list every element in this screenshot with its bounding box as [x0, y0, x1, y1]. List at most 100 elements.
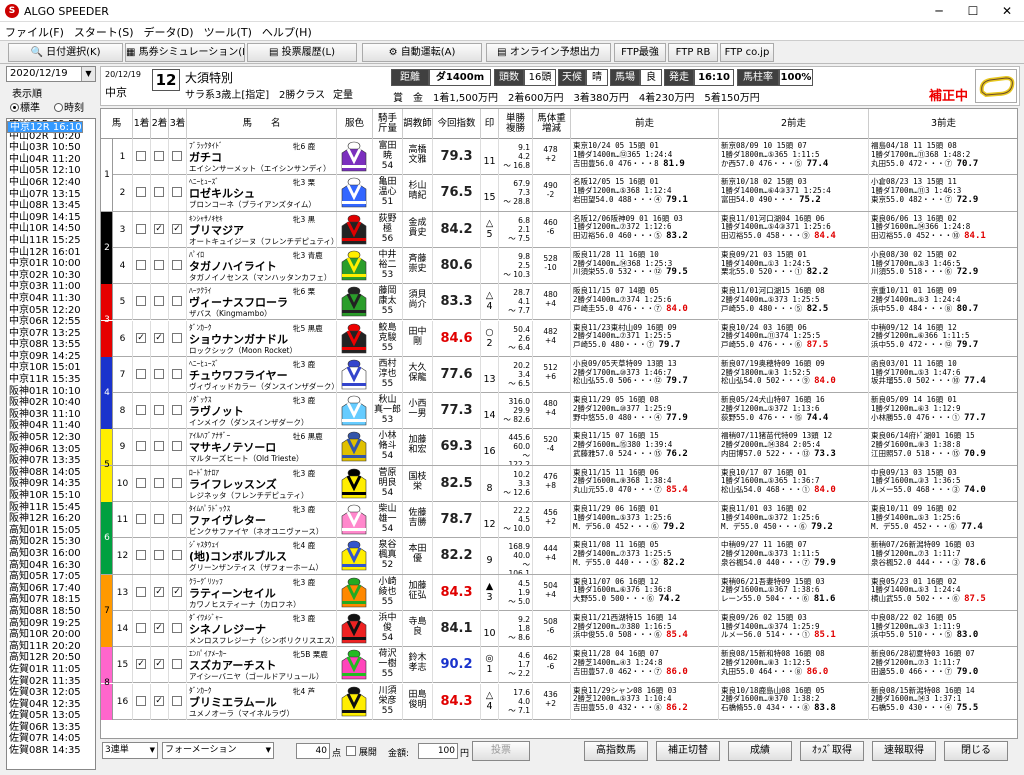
finish-2-checkbox[interactable] — [154, 151, 164, 161]
finish-1-checkbox-cell[interactable] — [133, 247, 151, 284]
horse-name-cell[interactable]: ｷﾝｼｬｻﾉｷｾｷ 牝3 黒 ブリマジア オートキュイジーヌ（フレンチデピュティ… — [187, 211, 337, 248]
date-dropdown[interactable]: 2020/12/19 ▼ — [6, 66, 96, 82]
finish-3-checkbox[interactable] — [172, 477, 182, 488]
finish-1-checkbox[interactable] — [136, 550, 146, 561]
past-race-3[interactable]: 新良08/15新潟特08 16頭 14 2勝ダ1600m…⑭3 1:37:1 石… — [869, 684, 1017, 720]
horse-name-cell[interactable]: ﾉﾀﾞｯｸｽ 牝3 鹿 ラヴノット インメイク（ダンスインザダーク） — [187, 393, 337, 430]
finish-3-checkbox-cell[interactable] — [169, 538, 187, 575]
horse-name-cell[interactable]: ﾊｰﾂｸﾗｲ 牝6 栗 ヴィーナスフローラ ザバス（Kingmambo） — [187, 284, 337, 321]
race-list-item[interactable]: 中京12R 16:10 — [7, 121, 83, 133]
finish-2-checkbox-cell[interactable]: ✓ — [151, 211, 169, 248]
race-list-item[interactable]: 中京08R 13:55 — [7, 339, 95, 351]
horse-name-cell[interactable]: ﾛｰﾄﾞｶﾅﾛｱ 牝3 鹿 ライフレッスンズ レジネッタ（フレンチデピュティ） — [187, 465, 337, 502]
finish-1-checkbox-cell[interactable] — [133, 465, 151, 502]
high-index-button[interactable]: 高指数馬 — [584, 741, 648, 761]
past-race-1[interactable]: 東良11/29シャン08 16頭 03 2勝芝1200m…⑤373 1:10:4… — [571, 683, 719, 720]
past-race-2[interactable]: 新京08/09 10 15頭 07 1勝ダ1800m…⑤365 1:11:5 か… — [719, 139, 869, 175]
race-list-item[interactable]: 中京03R 11:00 — [7, 281, 95, 293]
finish-1-checkbox-cell[interactable] — [133, 502, 151, 538]
race-list-item[interactable]: 高知09R 19:25 — [7, 618, 95, 630]
finish-3-checkbox[interactable] — [172, 659, 182, 670]
finish-1-checkbox-cell[interactable] — [133, 356, 151, 393]
race-list-item[interactable]: 佐賀02R 11:35 — [7, 676, 95, 688]
finish-3-checkbox-cell[interactable] — [169, 247, 187, 284]
bet-type-select[interactable]: 3連単 ▼ — [102, 742, 158, 759]
finish-2-checkbox-cell[interactable] — [151, 393, 169, 430]
race-list-item[interactable]: 阪神06R 13:05 — [7, 444, 95, 456]
finish-3-checkbox[interactable] — [172, 405, 182, 416]
finish-3-checkbox-cell[interactable] — [169, 284, 187, 321]
finish-1-checkbox-cell[interactable] — [133, 139, 151, 175]
table-row[interactable]: 5 ﾊｰﾂｸﾗｲ 牝6 栗 ヴィーナスフローラ ザバス（Kingmambo） 藤… — [101, 284, 1017, 321]
finish-1-checkbox-cell[interactable] — [133, 538, 151, 575]
horse-name-cell[interactable]: ﾀﾞﾝｶｰｸ 牝4 芦 ブリミエラムール ユメノオーラ（マイネルラヴ） — [187, 683, 337, 720]
spread-checkbox[interactable]: 展開 — [346, 745, 377, 758]
race-list-item[interactable]: 佐賀05R 13:05 — [7, 710, 95, 722]
race-list-item[interactable]: 中京02R 10:30 — [7, 270, 95, 282]
finish-1-checkbox[interactable] — [136, 296, 146, 307]
race-list-item[interactable]: 佐賀01R 11:05 — [7, 664, 95, 676]
finish-2-checkbox-cell[interactable]: ✓ — [151, 647, 169, 684]
past-race-1[interactable]: 東京10/24 05 15頭 01 1勝ダ1400m…⑫365 1:24:4 吉… — [571, 139, 719, 175]
race-list-item[interactable]: 中京05R 12:20 — [7, 305, 95, 317]
finish-1-checkbox[interactable] — [136, 514, 146, 524]
past-race-2[interactable]: 中稍09/27 11 16頭 07 2勝ダ1200m…⑤373 1:11:5 泉… — [719, 538, 869, 575]
race-list-item[interactable]: 阪神03R 11:10 — [7, 409, 95, 421]
past-race-2[interactable]: 東良11/01 03 16頭 02 1勝ダ1400m…⑤372 1:25:6 M… — [719, 502, 869, 538]
race-list-item[interactable]: 阪神12R 16:20 — [7, 513, 95, 525]
past-race-1[interactable]: 小良09/05天草特09 13頭 13 2勝ダ1700m…⑩373 1:46:7… — [571, 356, 719, 393]
finish-2-checkbox[interactable]: ✓ — [154, 586, 164, 597]
past-race-2[interactable]: 東稍06/21吾妻特09 15頭 03 2勝ダ1600m…⑤367 1:38:6… — [719, 574, 869, 611]
past-race-1[interactable]: 東良11/08 11 16頭 05 2勝ダ1400m…⑦373 1:25:5 M… — [571, 538, 719, 575]
finish-2-checkbox[interactable] — [154, 514, 164, 524]
past-race-1[interactable]: 名阪12/06阪神09 01 16頭 03 1勝ダ1200m…⑦372 1:12… — [571, 211, 719, 248]
race-list-item[interactable]: 高知03R 16:00 — [7, 548, 95, 560]
race-list-item[interactable]: 阪神05R 12:30 — [7, 432, 95, 444]
finish-2-checkbox[interactable]: ✓ — [154, 223, 164, 234]
past-race-2[interactable]: 新京10/18 02 15頭 03 1勝ダ1400m…⑥4③371 1:25:4… — [719, 175, 869, 212]
finish-3-checkbox-cell[interactable] — [169, 683, 187, 720]
past-race-1[interactable]: 東良11/07 06 16頭 12 1勝ダ1600m…⑥376 1:36:8 大… — [571, 574, 719, 611]
race-list-item[interactable]: 中京10R 15:01 — [7, 362, 95, 374]
past-race-2[interactable]: 東良11/01河口湖15 16頭 08 2勝ダ1400m…⑤373 1:25:5… — [719, 284, 869, 321]
finish-3-checkbox-cell[interactable]: ✓ — [169, 211, 187, 248]
finish-3-checkbox-cell[interactable] — [169, 647, 187, 684]
finish-3-checkbox-cell[interactable] — [169, 356, 187, 393]
finish-2-checkbox-cell[interactable] — [151, 502, 169, 538]
race-list-item[interactable]: 高知04R 16:30 — [7, 560, 95, 572]
finish-2-checkbox-cell[interactable] — [151, 247, 169, 284]
minimize-icon[interactable]: ─ — [922, 0, 956, 22]
horse-name-cell[interactable]: ﾀﾞﾝｶｰｸ 牝5 黒鹿 ショウナンガナドル ロックシック（Moon Rocke… — [187, 320, 337, 357]
horse-name-cell[interactable]: ｼﾞｬｽﾀｳｪｲ 牝4 鹿 (地)コンボルブルス グリーンザンティス（ザフォーホ… — [187, 538, 337, 575]
table-row[interactable]: 6 ✓ ✓ ﾀﾞﾝｶｰｸ 牝5 黒鹿 ショウナンガナドル ロックシック（Moon R… — [101, 320, 1017, 357]
finish-2-checkbox[interactable] — [154, 296, 164, 307]
race-list-item[interactable]: 中山06R 12:40 — [7, 177, 95, 189]
menu-data[interactable]: データ(D) — [139, 22, 199, 42]
finish-1-checkbox[interactable] — [136, 622, 146, 633]
past-race-3[interactable]: 中良09/13 03 15頭 03 1勝ダ1600m…③3 1:36:5 ルメー… — [869, 466, 1017, 502]
race-list-item[interactable]: 佐賀04R 12:35 — [7, 699, 95, 711]
table-row[interactable]: 10 ﾛｰﾄﾞｶﾅﾛｱ 牝3 鹿 ライフレッスンズ レジネッタ（フレンチデピュテ… — [101, 465, 1017, 502]
race-list-item[interactable]: 中山05R 12:10 — [7, 165, 95, 177]
finish-2-checkbox-cell[interactable]: ✓ — [151, 683, 169, 720]
past-race-1[interactable]: 阪良11/15 07 14頭 05 2勝ダ1400m…⑦374 1:25:6 戸… — [571, 284, 719, 321]
maximize-icon[interactable]: ☐ — [956, 0, 990, 22]
race-list-item[interactable]: 中山11R 15:25 — [7, 235, 95, 247]
past-race-1[interactable]: 東良11/29 05 16頭 08 2勝ダ1200m…⑩377 1:25:9 野… — [571, 393, 719, 430]
finish-1-checkbox[interactable] — [136, 586, 146, 597]
finish-2-checkbox-cell[interactable]: ✓ — [151, 574, 169, 611]
news-fetch-button[interactable]: 速報取得 — [872, 741, 936, 761]
finish-1-checkbox-cell[interactable]: ✓ — [133, 647, 151, 684]
table-row[interactable]: 14 ✓ ﾀﾞｲﾜﾒｼﾞｬｰ 牝3 鹿 シネノレジーナ メンロスフレジーナ（シンボ… — [101, 610, 1017, 648]
finish-3-checkbox[interactable] — [172, 259, 182, 270]
past-race-3[interactable]: 小良08/30 02 15頭 02 1勝ダ1700m…⑤3 1:46:5 川須5… — [869, 248, 1017, 284]
race-list-item[interactable]: 佐賀03R 12:05 — [7, 687, 95, 699]
finish-1-checkbox[interactable] — [136, 441, 146, 452]
finish-3-checkbox[interactable] — [172, 368, 182, 379]
table-row[interactable]: 12 ｼﾞｬｽﾀｳｪｲ 牝4 鹿 (地)コンボルブルス グリーンザンティス（ザフ… — [101, 538, 1017, 575]
horse-name-cell[interactable]: ﾀﾞｲﾜﾒｼﾞｬｰ 牝3 鹿 シネノレジーナ メンロスフレジーナ（シンボリクリス… — [187, 610, 337, 647]
past-race-3[interactable]: 新稍07/26新潟特09 16頭 03 1勝ダ1200m…⑦3 1:11:7 泉… — [869, 538, 1017, 574]
finish-1-checkbox[interactable] — [136, 223, 146, 234]
past-race-2[interactable]: 新良05/24犬山特07 16頭 16 2勝ダ1200m…⑤372 1:13:6… — [719, 393, 869, 430]
horse-name-cell[interactable]: ｴﾝﾊﾟｲｱﾒｰｶｰ 牝5B 栗鹿 スズカアーチスト アイシーバニヤ（ゴールドア… — [187, 647, 337, 684]
